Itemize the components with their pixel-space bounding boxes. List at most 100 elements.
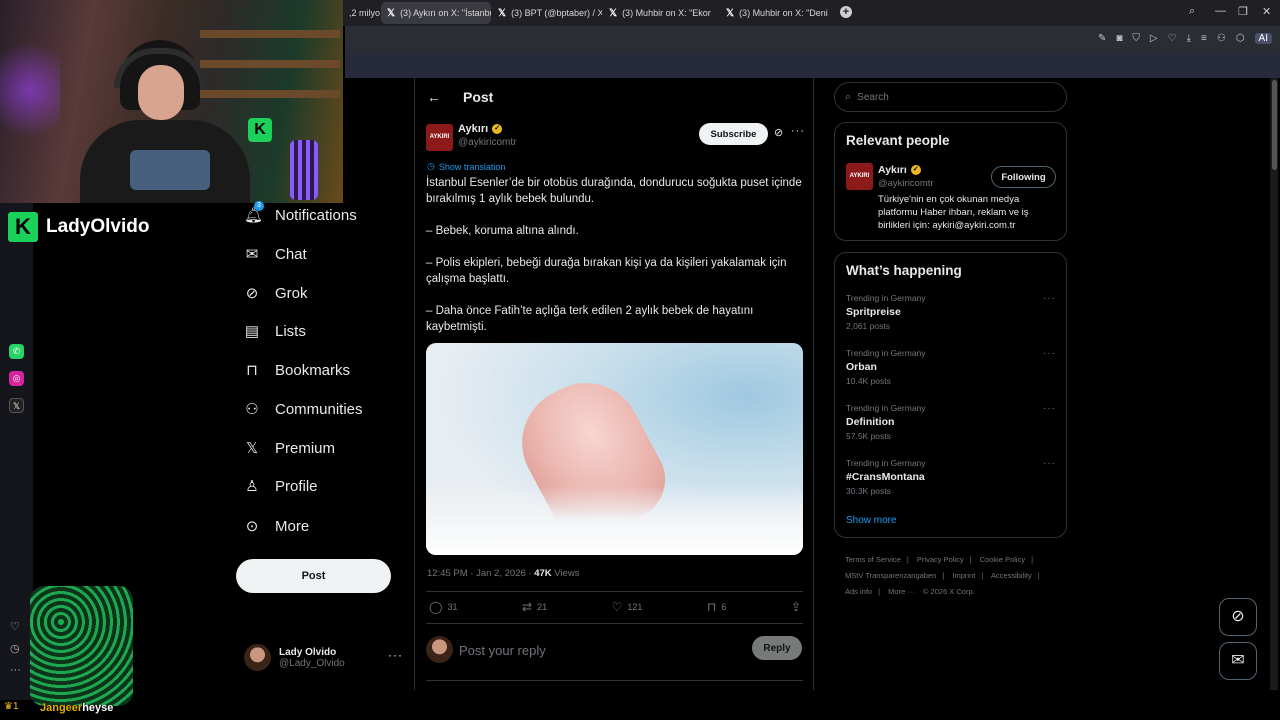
post-paragraph: – Bebek, koruma altına alındı. bbox=[426, 225, 579, 237]
browser-tab-active[interactable]: 𝕏 (3) Aykırı on X: "İstanbul E bbox=[381, 2, 491, 24]
profile-icon[interactable]: ⚇ bbox=[1217, 33, 1226, 44]
maximize-icon[interactable]: ❐ bbox=[1238, 5, 1248, 18]
back-arrow-icon[interactable]: ← bbox=[427, 89, 441, 105]
nav-notifications[interactable]: 🔔︎ 3 Notifications bbox=[244, 200, 357, 224]
trend-item[interactable]: Trending in Germany #CransMontana 30.3K … bbox=[846, 458, 1056, 496]
divider bbox=[426, 591, 803, 592]
nav-lists[interactable]: ▤ Lists bbox=[244, 323, 306, 340]
share-action[interactable]: ⇪ bbox=[791, 600, 801, 614]
bookmark-action[interactable]: ⊓ 6 bbox=[707, 600, 726, 614]
account-switcher[interactable]: Lady Olvido @Lady_Olvido bbox=[244, 644, 345, 671]
post-more-icon[interactable]: ··· bbox=[791, 125, 805, 137]
following-button[interactable]: Following bbox=[991, 166, 1056, 188]
footer-link[interactable]: Ads info bbox=[845, 587, 872, 596]
person-icon: ♙ bbox=[245, 477, 259, 495]
camera-icon[interactable]: ◙ bbox=[1116, 33, 1122, 44]
person-handle[interactable]: @aykiricomtr bbox=[878, 178, 934, 189]
person-name-row[interactable]: Aykırı ✓ bbox=[878, 164, 921, 176]
footer-separator: | bbox=[1037, 571, 1040, 580]
trend-more-icon[interactable]: ··· bbox=[1043, 403, 1056, 414]
x-app-icon[interactable]: 𝕏 bbox=[9, 398, 24, 413]
author-avatar[interactable]: AYKIRI bbox=[426, 124, 453, 151]
post-image[interactable] bbox=[426, 343, 803, 555]
compose-post-button[interactable]: Post bbox=[236, 559, 391, 593]
address-bar[interactable]: ✎ ◙ ⛉ ▷ ♡ ⤓ ≡ ⚇ ⬡ AI bbox=[345, 26, 1280, 54]
trend-item[interactable]: Trending in Germany Orban 10.4K posts ··… bbox=[846, 348, 1056, 386]
show-translation-label: Show translation bbox=[438, 161, 506, 172]
menu-icon[interactable]: ≡ bbox=[1201, 33, 1207, 44]
grok-icon[interactable]: ⊘ bbox=[774, 126, 783, 139]
browser-tab[interactable]: 𝕏 (3) Muhbir on X: "Deni bbox=[720, 2, 835, 24]
trend-more-icon[interactable]: ··· bbox=[1043, 293, 1056, 304]
browser-tab[interactable]: ,2 milyo bbox=[343, 2, 380, 24]
show-more-link[interactable]: Show more bbox=[846, 515, 897, 526]
browser-tab[interactable]: 𝕏 (3) BPT (@bptaber) / X bbox=[492, 2, 602, 24]
trend-item[interactable]: Trending in Germany Definition 57.5K pos… bbox=[846, 403, 1056, 441]
person-avatar[interactable]: AYKIRI bbox=[846, 163, 873, 190]
footer-link[interactable]: Privacy Policy bbox=[917, 555, 964, 564]
post-timestamp[interactable]: 12:45 PM · Jan 2, 2026 · bbox=[427, 568, 534, 579]
nav-bookmarks[interactable]: ⊓ Bookmarks bbox=[244, 362, 350, 379]
scrollbar-thumb[interactable] bbox=[1272, 80, 1277, 170]
new-tab-button[interactable]: + bbox=[840, 6, 852, 18]
instagram-icon[interactable]: ◎ bbox=[9, 371, 24, 386]
nav-more[interactable]: ⊙ More bbox=[244, 518, 309, 535]
author-name-row[interactable]: Aykırı ✓ bbox=[458, 123, 503, 135]
history-icon[interactable]: ◷ bbox=[10, 642, 20, 655]
account-more-icon[interactable]: ··· bbox=[388, 648, 403, 662]
trend-more-icon[interactable]: ··· bbox=[1043, 458, 1056, 469]
repost-action[interactable]: ⇄ 21 bbox=[522, 600, 547, 614]
grok-fab-button[interactable]: ⊘ bbox=[1219, 598, 1257, 636]
nav-grok[interactable]: ⊘ Grok bbox=[244, 285, 308, 302]
footer-link[interactable]: Imprint bbox=[952, 571, 975, 580]
bell-icon: 🔔︎ 3 bbox=[244, 200, 264, 224]
shield-icon[interactable]: ⛉ bbox=[1132, 33, 1140, 44]
post-text: İstanbul Esenler’de bir otobüs durağında… bbox=[426, 175, 804, 351]
reply-button[interactable]: Reply bbox=[752, 636, 802, 660]
whatsapp-icon[interactable]: ✆ bbox=[9, 344, 24, 359]
extension-icon[interactable]: ⬡ bbox=[1236, 33, 1245, 44]
footer-link[interactable]: Terms of Service bbox=[845, 555, 901, 564]
bookmark-icon: ⊓ bbox=[706, 600, 717, 614]
footer-link[interactable]: Accessibility bbox=[991, 571, 1032, 580]
show-translation-link[interactable]: ◷ Show translation bbox=[427, 161, 505, 172]
nav-premium[interactable]: 𝕏 Premium bbox=[244, 440, 335, 457]
heart-icon[interactable]: ♡ bbox=[10, 620, 20, 633]
nav-profile[interactable]: ♙ Profile bbox=[244, 477, 317, 495]
like-action[interactable]: ♡ 121 bbox=[612, 600, 643, 614]
more-icon[interactable]: ··· bbox=[10, 664, 21, 676]
x-logo-icon: 𝕏 bbox=[726, 7, 735, 19]
search-input[interactable] bbox=[857, 91, 1048, 103]
reply-action[interactable]: ◯ 31 bbox=[429, 600, 457, 614]
messages-fab-button[interactable]: ✉ bbox=[1219, 642, 1257, 680]
avatar bbox=[244, 644, 271, 671]
trend-name: Definition bbox=[846, 416, 895, 428]
download-icon[interactable]: ⤓ bbox=[1187, 33, 1191, 44]
card-title: Relevant people bbox=[846, 133, 950, 148]
search-tabs-icon[interactable]: ⌕ bbox=[1189, 5, 1195, 18]
subscribe-button[interactable]: Subscribe bbox=[699, 123, 768, 145]
minimize-icon[interactable]: — bbox=[1215, 5, 1226, 17]
close-window-icon[interactable]: ✕ bbox=[1262, 5, 1271, 18]
play-icon[interactable]: ▷ bbox=[1150, 33, 1158, 44]
nav-chat[interactable]: ✉ Chat bbox=[244, 246, 307, 263]
reply-input[interactable] bbox=[459, 640, 739, 660]
views-count: 47K bbox=[534, 568, 552, 579]
trend-more-icon[interactable]: ··· bbox=[1043, 348, 1056, 359]
footer-more-link[interactable]: More ··· bbox=[888, 587, 915, 596]
browser-tab[interactable]: 𝕏 (3) Muhbir on X: "Ekor bbox=[603, 2, 718, 24]
footer-link[interactable]: Cookie Policy bbox=[980, 555, 1025, 564]
search-box[interactable]: ⌕ bbox=[834, 82, 1067, 112]
edit-icon[interactable]: ✎ bbox=[1098, 33, 1106, 44]
trend-item[interactable]: Trending in Germany Spritpreise 2,061 po… bbox=[846, 293, 1056, 331]
footer-link[interactable]: MStV Transparenzangaben bbox=[845, 571, 936, 580]
trend-name: Spritpreise bbox=[846, 306, 901, 318]
kick-logo: K bbox=[248, 118, 272, 142]
author-handle[interactable]: @aykiricomtr bbox=[458, 137, 517, 148]
trend-context: Trending in Germany bbox=[846, 348, 926, 358]
ai-button[interactable]: AI bbox=[1254, 33, 1272, 44]
streamer-name: LadyOlvido bbox=[46, 216, 150, 237]
nav-communities[interactable]: ⚇ Communities bbox=[244, 401, 362, 418]
nav-label: Lists bbox=[275, 323, 306, 340]
heart-icon[interactable]: ♡ bbox=[1168, 33, 1177, 44]
